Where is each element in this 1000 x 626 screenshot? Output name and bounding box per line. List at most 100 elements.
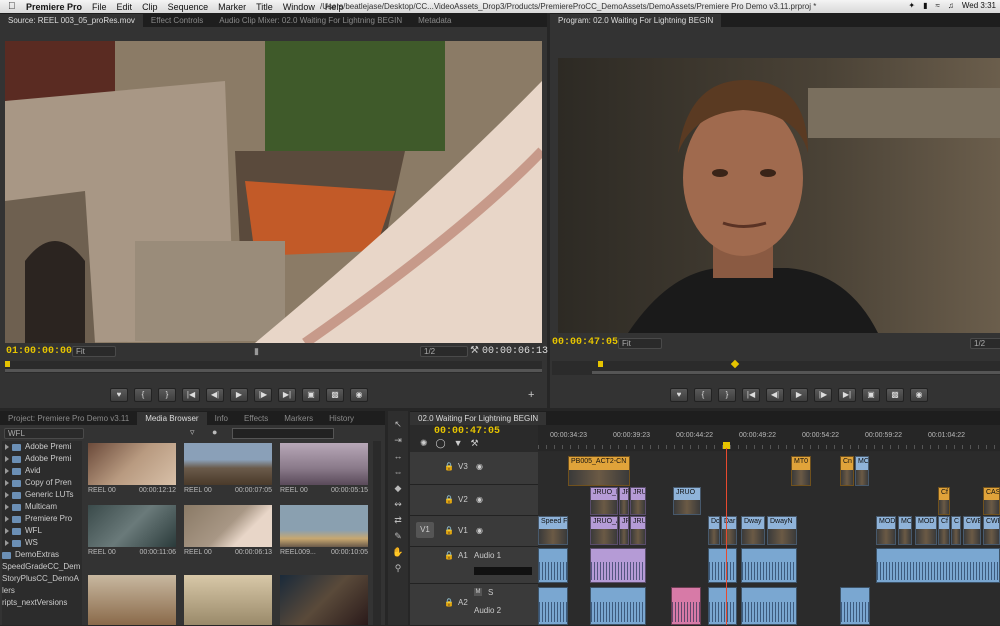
track-header-v2[interactable]: 🔒 V2 ◉ xyxy=(410,485,538,516)
rolling-edit-tool-icon[interactable]: ⇔ xyxy=(391,465,405,479)
timeline-settings-icon[interactable]: ⚒ xyxy=(471,438,479,449)
audio-clip[interactable] xyxy=(876,548,1000,583)
program-export-frame-button[interactable]: ◉ xyxy=(910,388,928,402)
clip[interactable]: JRUX xyxy=(630,516,646,545)
view-icon[interactable]: ● xyxy=(212,427,217,437)
wrench-icon[interactable]: ⚒ xyxy=(470,345,479,356)
add-marker-icon[interactable]: ▼ xyxy=(454,438,463,449)
menu-marker[interactable]: Marker xyxy=(218,2,246,12)
filter-icon[interactable]: ▿ xyxy=(190,427,195,438)
tab-markers[interactable]: Markers xyxy=(276,412,321,425)
source-export-frame-button[interactable]: ◉ xyxy=(350,388,368,402)
audio-clip[interactable] xyxy=(538,587,568,625)
snap-icon[interactable]: ✺ xyxy=(420,438,428,449)
app-menu[interactable]: Premiere Pro xyxy=(26,2,82,12)
lock-icon[interactable]: 🔒 xyxy=(444,551,454,560)
solo-button[interactable]: S xyxy=(488,588,493,597)
tree-item[interactable]: Adobe Premi xyxy=(2,453,82,465)
program-lift-button[interactable]: ▣ xyxy=(862,388,880,402)
hand-tool-icon[interactable]: ✋ xyxy=(391,545,405,559)
audio-clip[interactable] xyxy=(538,548,568,583)
program-extract-button[interactable]: ▩ xyxy=(886,388,904,402)
razor-tool-icon[interactable]: ◆ xyxy=(391,481,405,495)
clip[interactable]: JRUO_B xyxy=(590,487,618,515)
ripple-edit-tool-icon[interactable]: ↔ xyxy=(391,449,405,463)
track-header-v1[interactable]: V1 🔒 V1 ◉ xyxy=(410,516,538,547)
source-add-button-icon[interactable]: + xyxy=(528,389,534,401)
tree-item[interactable]: DemoExtras xyxy=(2,549,82,561)
clip[interactable]: Cf xyxy=(938,516,950,545)
mute-button[interactable]: M xyxy=(474,588,482,596)
source-step-forward-button[interactable]: |▶ xyxy=(254,388,272,402)
program-goto-out-button[interactable]: ▶| xyxy=(838,388,856,402)
program-step-back-button[interactable]: ◀| xyxy=(766,388,784,402)
clip[interactable]: MOD xyxy=(915,516,937,545)
location-select[interactable]: WFL xyxy=(4,428,84,439)
track-select-tool-icon[interactable]: ⇥ xyxy=(391,433,405,447)
clip[interactable]: JRUO_A xyxy=(590,516,618,545)
program-goto-in-button[interactable]: |◀ xyxy=(742,388,760,402)
audio-clip[interactable] xyxy=(708,548,737,583)
tab-history[interactable]: History xyxy=(321,412,362,425)
clock[interactable]: Wed 3:31 xyxy=(962,1,996,10)
menu-edit[interactable]: Edit xyxy=(117,2,133,12)
track-header-v3[interactable]: 🔒 V3 ◉ xyxy=(410,452,538,485)
clip[interactable]: PB005_ACT2-CN xyxy=(568,456,630,486)
program-marker[interactable] xyxy=(730,359,740,369)
bluetooth-icon[interactable]: ✦ xyxy=(908,1,915,10)
source-step-back-button[interactable]: ◀| xyxy=(206,388,224,402)
wifi-icon[interactable]: ≈ xyxy=(936,1,940,10)
media-thumb[interactable]: REEL 00 00:00:07:05 xyxy=(184,443,272,494)
audio-clip[interactable] xyxy=(741,548,797,583)
source-playhead[interactable] xyxy=(5,361,10,367)
media-thumb[interactable] xyxy=(88,575,176,625)
tree-item[interactable]: lers xyxy=(2,585,82,597)
program-mark-out-button[interactable]: } xyxy=(718,388,736,402)
audio-clip[interactable] xyxy=(590,548,646,583)
tab-audio-clip-mixer[interactable]: Audio Clip Mixer: 02.0 Waiting For Light… xyxy=(211,14,410,27)
source-insert-button[interactable]: ▣ xyxy=(302,388,320,402)
menu-title[interactable]: Title xyxy=(256,2,273,12)
pen-tool-icon[interactable]: ✎ xyxy=(391,529,405,543)
media-scrollbar[interactable] xyxy=(373,441,381,625)
source-resolution-select[interactable]: 1/2 xyxy=(420,346,468,357)
tab-program[interactable]: Program: 02.0 Waiting For Lightning BEGI… xyxy=(550,14,722,27)
program-playhead[interactable] xyxy=(598,361,603,367)
program-resolution-select[interactable]: 1/2 xyxy=(970,338,1000,349)
lock-icon[interactable]: 🔒 xyxy=(444,526,454,535)
audio-clip[interactable] xyxy=(590,587,646,625)
clip[interactable]: MC xyxy=(898,516,912,545)
clip[interactable]: MT0 xyxy=(791,456,811,486)
source-patch-v1[interactable]: V1 xyxy=(416,522,434,538)
slide-tool-icon[interactable]: ⇄ xyxy=(391,513,405,527)
media-thumb[interactable]: REEL 00 00:00:11:06 xyxy=(88,505,176,556)
tab-effects[interactable]: Effects xyxy=(236,412,276,425)
volume-icon[interactable]: ♫ xyxy=(948,1,954,10)
clip[interactable]: CWE xyxy=(963,516,981,545)
clip[interactable]: CAS xyxy=(983,487,1000,515)
source-timecode[interactable]: 01:00:00:00 xyxy=(6,346,72,357)
timeline-playhead-line[interactable] xyxy=(726,448,727,625)
clip[interactable]: Dway xyxy=(741,516,765,545)
tree-item[interactable]: SpeedGradeCC_Dem xyxy=(2,561,82,573)
clip[interactable]: Speed F xyxy=(538,516,568,545)
tree-item[interactable]: Premiere Pro xyxy=(2,513,82,525)
program-video[interactable] xyxy=(558,58,1000,333)
clip[interactable]: MC xyxy=(855,456,869,486)
media-thumb[interactable] xyxy=(280,575,368,625)
tab-source[interactable]: Source: REEL 003_05_proRes.mov xyxy=(0,14,143,27)
clip[interactable]: DwayN xyxy=(767,516,797,545)
menu-sequence[interactable]: Sequence xyxy=(168,2,209,12)
tree-item[interactable]: WS xyxy=(2,537,82,549)
tab-project[interactable]: Project: Premiere Pro Demo v3.11 xyxy=(0,412,137,425)
tab-metadata[interactable]: Metadata xyxy=(410,14,459,27)
clip[interactable]: JR xyxy=(619,516,629,545)
linked-select-icon[interactable]: ◯ xyxy=(436,438,446,449)
media-thumb[interactable] xyxy=(184,575,272,625)
eye-icon[interactable]: ◉ xyxy=(476,462,483,471)
menu-file[interactable]: File xyxy=(92,2,107,12)
media-thumb[interactable]: REEL 00 00:00:06:13 xyxy=(184,505,272,556)
timeline-ruler[interactable]: 00:00:34:23 00:00:39:23 00:00:44:22 00:0… xyxy=(538,425,1000,451)
track-header-a1[interactable]: 🔒 A1 Audio 1 xyxy=(410,547,538,584)
source-overwrite-button[interactable]: ▩ xyxy=(326,388,344,402)
